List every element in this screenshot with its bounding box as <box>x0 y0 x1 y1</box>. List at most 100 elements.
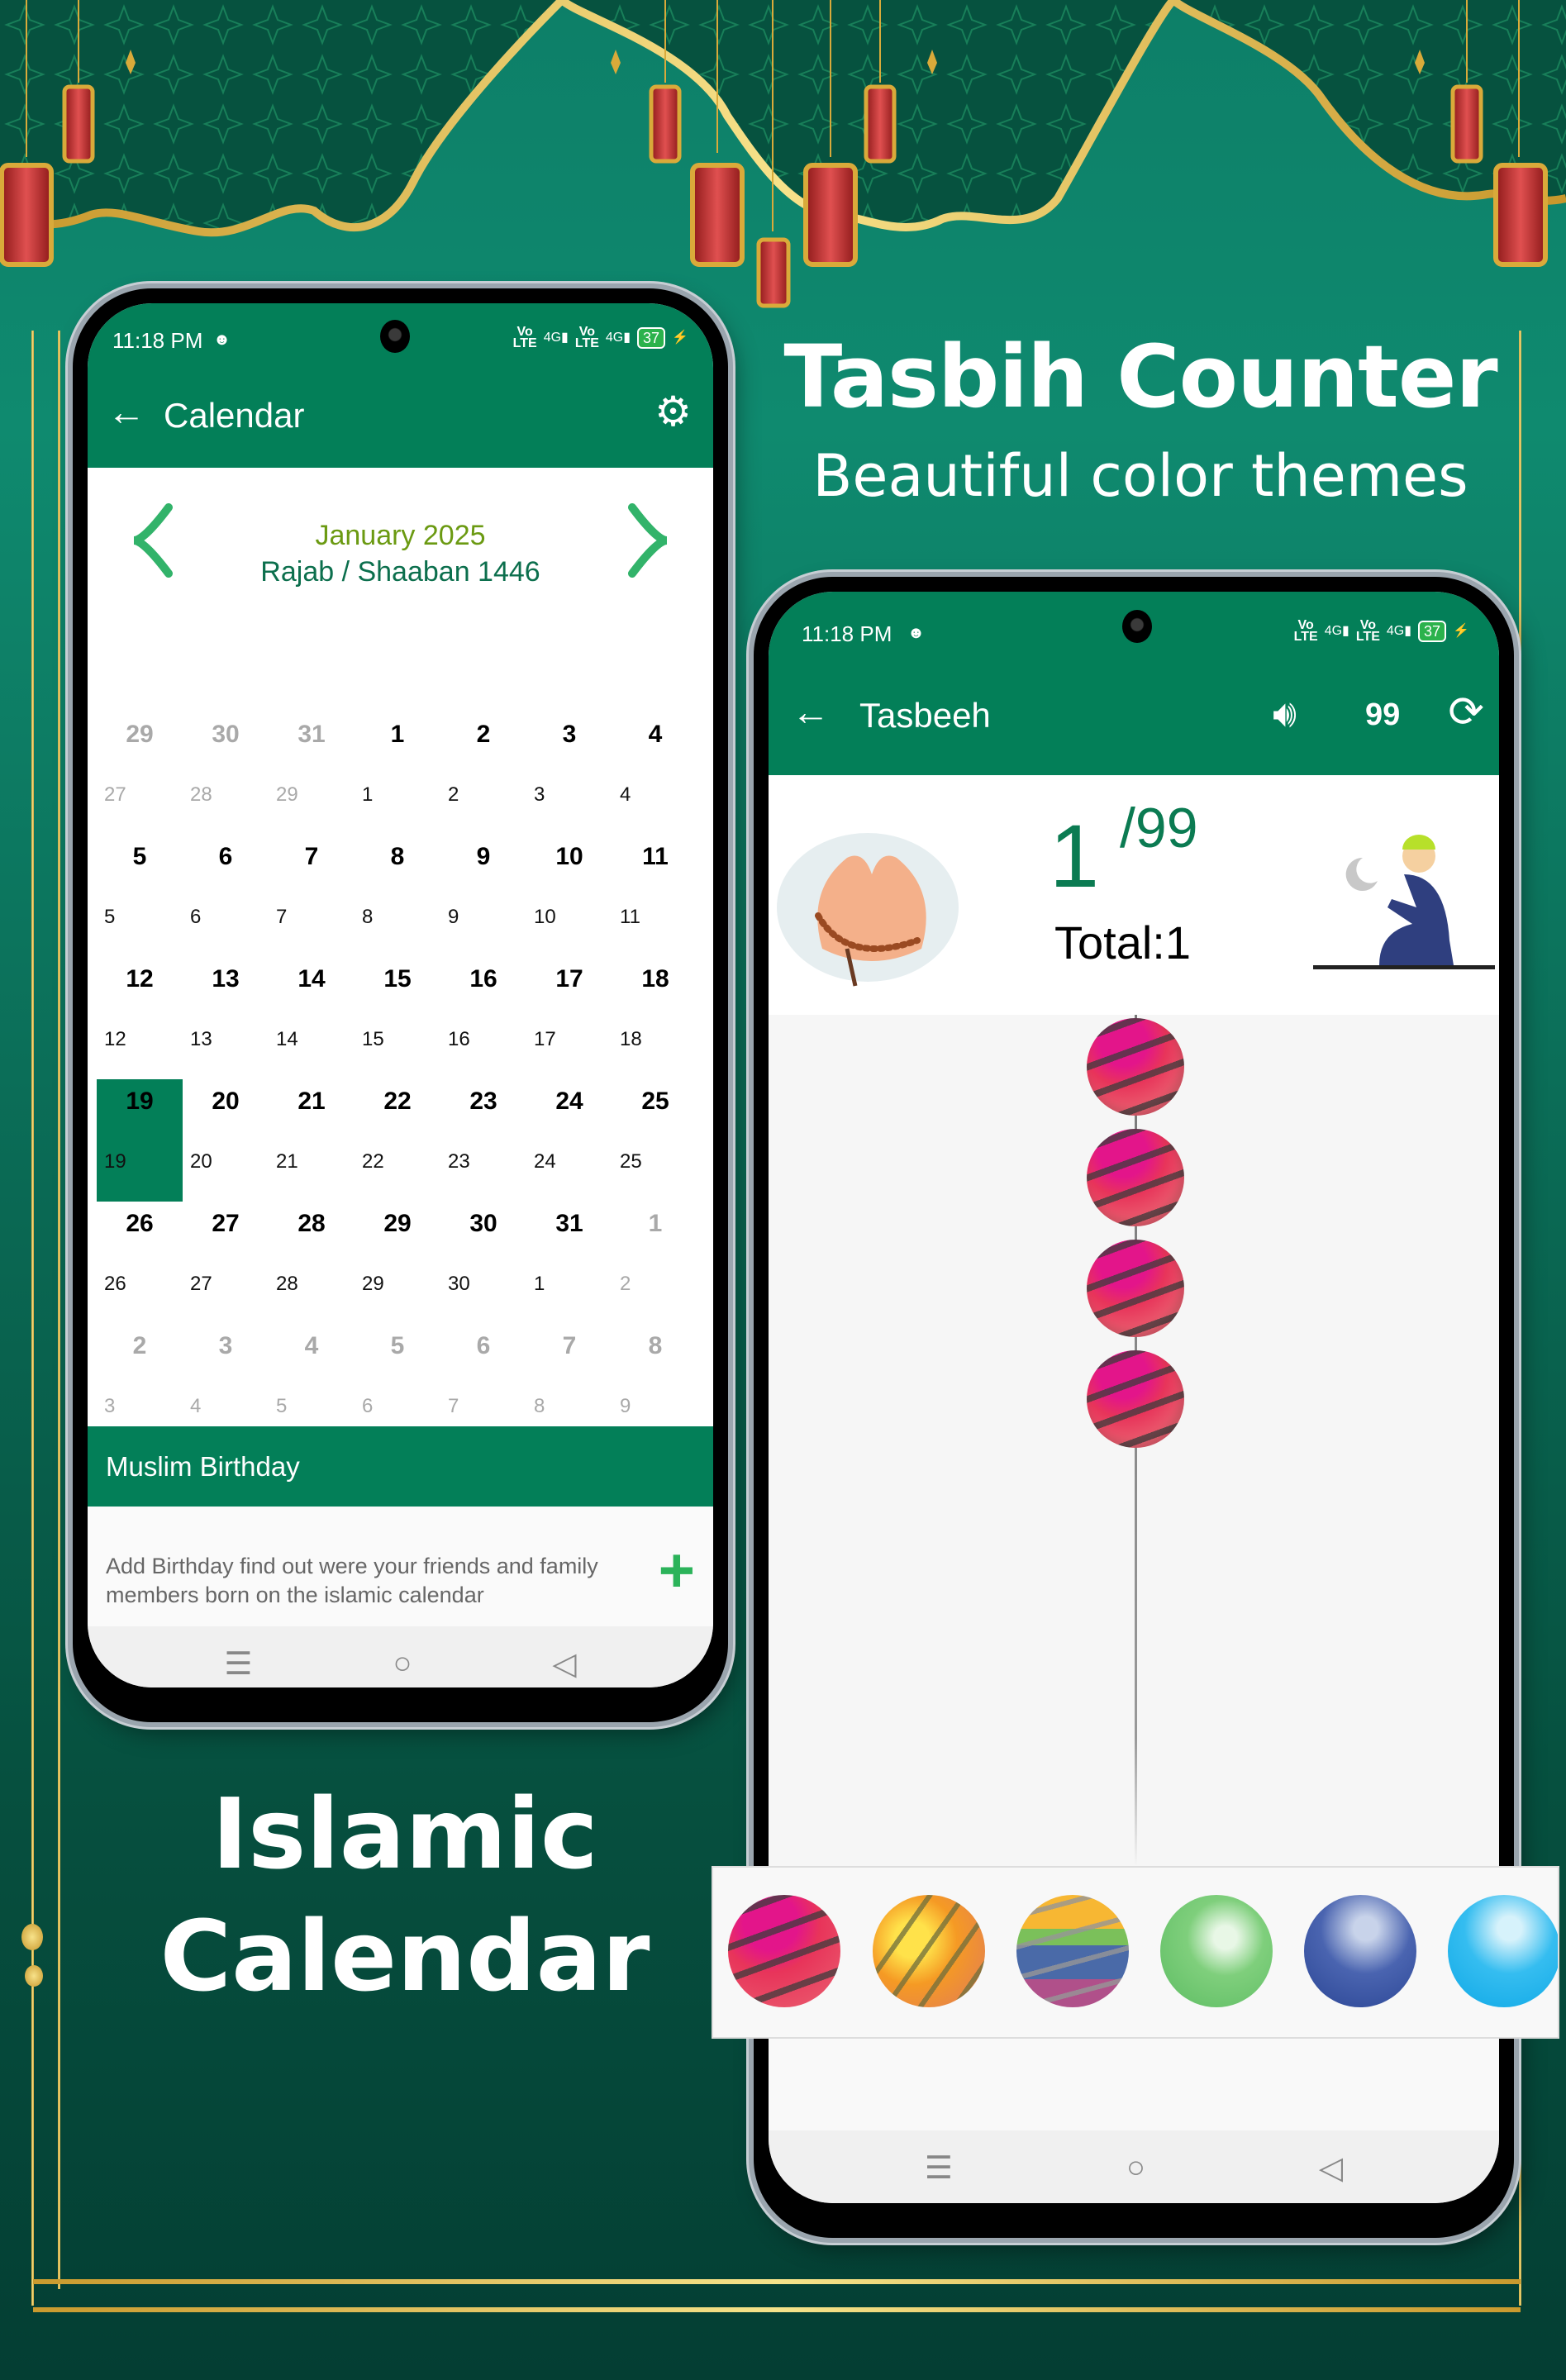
gregorian-date: 6 <box>218 843 233 870</box>
home-icon[interactable]: ○ <box>1126 2150 1145 2186</box>
calendar-day[interactable]: 17 17 <box>526 957 612 1079</box>
calendar-day[interactable]: 22 22 <box>355 1079 440 1202</box>
hijri-date: 1 <box>362 783 374 806</box>
gregorian-date: 23 <box>469 1088 497 1115</box>
hijri-date: 24 <box>534 1150 556 1173</box>
home-icon[interactable]: ○ <box>393 1646 412 1682</box>
gregorian-date: 30 <box>212 721 240 748</box>
calendar-day[interactable]: 14 14 <box>269 957 355 1079</box>
back-icon[interactable]: ◁ <box>1319 2149 1343 2187</box>
hijri-date: 16 <box>448 1028 470 1050</box>
calendar-day[interactable]: 44 <box>612 712 698 835</box>
theme-swatch-orange-striped[interactable] <box>873 1895 985 2007</box>
calendar-day[interactable]: 23 23 <box>440 1079 526 1202</box>
month-label: January 2025 <box>315 520 486 551</box>
chevron-right-icon <box>628 503 668 578</box>
back-icon[interactable]: ◁ <box>552 1645 576 1683</box>
calendar-day[interactable]: 31 29 <box>269 712 355 835</box>
hijri-date: 28 <box>276 1273 298 1295</box>
hijri-date: 4 <box>190 1395 202 1417</box>
calendar-day[interactable]: 88 <box>355 835 440 957</box>
calendar-screen: 11:18 PM ☻ Vo LTE 4G▮ Vo LTE 4G▮ 37 ⚡ ← Ca… <box>88 303 713 1687</box>
calendar-day[interactable]: 15 15 <box>355 957 440 1079</box>
calendar-day[interactable]: 11 11 <box>612 835 698 957</box>
hijri-date: 26 <box>104 1273 126 1295</box>
hijri-date: 6 <box>362 1395 374 1417</box>
next-month-button[interactable] <box>624 502 674 593</box>
calendar-day[interactable]: 31 1 <box>526 1202 612 1324</box>
calendar-day[interactable]: 11 <box>355 712 440 835</box>
calendar-day[interactable]: 99 <box>440 835 526 957</box>
calendar-day[interactable]: 10 10 <box>526 835 612 957</box>
gregorian-date: 17 <box>555 965 583 992</box>
hijri-date: 29 <box>276 783 298 806</box>
gregorian-date: 14 <box>297 965 326 992</box>
tasbih-bead[interactable] <box>1087 1129 1184 1226</box>
theme-swatch-light-blue[interactable] <box>1448 1895 1558 2007</box>
hijri-date: 29 <box>362 1273 384 1295</box>
status-notification-icon: ☻ <box>213 331 231 349</box>
calendar-day[interactable]: 13 13 <box>183 957 269 1079</box>
calendar-day[interactable]: 21 21 <box>269 1079 355 1202</box>
calendar-day[interactable]: 18 18 <box>612 957 698 1079</box>
hijri-date: 8 <box>362 906 374 928</box>
calendar-day[interactable]: 30 30 <box>440 1202 526 1324</box>
calendar-day[interactable]: 33 <box>526 712 612 835</box>
muslim-birthday-header: Muslim Birthday <box>88 1426 713 1507</box>
gregorian-date: 29 <box>383 1210 412 1237</box>
calendar-day[interactable]: 22 <box>440 712 526 835</box>
calendar-day[interactable]: 29 27 <box>97 712 183 835</box>
calendar-day[interactable]: 25 25 <box>612 1079 698 1202</box>
battery-icon: 37 <box>637 327 666 349</box>
tasbih-bead[interactable] <box>1087 1018 1184 1116</box>
hijri-date: 12 <box>104 1028 126 1050</box>
calendar-day[interactable]: 20 20 <box>183 1079 269 1202</box>
bead-tap-area[interactable] <box>769 1015 1499 1866</box>
gold-ornament-dot <box>25 1965 43 1987</box>
gregorian-date: 1 <box>648 1210 663 1237</box>
calendar-day-selected[interactable]: 19 19 <box>97 1079 183 1202</box>
add-birthday-button[interactable]: + <box>659 1540 695 1602</box>
calendar-day[interactable]: 24 24 <box>526 1079 612 1202</box>
calendar-day[interactable]: 26 26 <box>97 1202 183 1324</box>
gregorian-date: 25 <box>641 1088 669 1115</box>
hijri-date: 27 <box>190 1273 212 1295</box>
calendar-day[interactable]: 29 29 <box>355 1202 440 1324</box>
tasbih-bead[interactable] <box>1087 1240 1184 1337</box>
refresh-icon[interactable]: ⟳ <box>1448 688 1484 737</box>
calendar-day[interactable]: 12 12 <box>97 957 183 1079</box>
hijri-date: 3 <box>534 783 545 806</box>
hijri-date: 9 <box>448 906 459 928</box>
signal-bars-icon: 4G▮ <box>605 331 631 345</box>
theme-swatch-multicolor-striped[interactable] <box>1016 1895 1129 2007</box>
theme-swatch-red-striped[interactable] <box>728 1895 840 2007</box>
status-time: 11:18 PM <box>112 328 203 353</box>
gear-icon[interactable]: ⚙ <box>654 389 692 434</box>
total-count: Total:1 <box>1054 916 1191 969</box>
praying-man-illustration <box>1313 835 1495 969</box>
gregorian-date: 11 <box>642 843 669 870</box>
target-count-button[interactable]: 99 <box>1365 697 1400 733</box>
back-arrow-icon[interactable]: ← <box>792 693 830 731</box>
calendar-day[interactable]: 27 27 <box>183 1202 269 1324</box>
back-arrow-icon[interactable]: ← <box>107 393 145 431</box>
calendar-day[interactable]: 77 <box>269 835 355 957</box>
frame-line-left-inner <box>58 331 60 2289</box>
theme-swatch-green[interactable] <box>1160 1895 1273 2007</box>
recent-apps-icon[interactable]: ☰ <box>224 1645 252 1683</box>
speaker-icon[interactable]: 🔊︎ <box>1273 691 1297 737</box>
status-notification-icon: ☻ <box>907 624 926 642</box>
tasbih-bead[interactable] <box>1087 1350 1184 1448</box>
calendar-day[interactable]: 16 16 <box>440 957 526 1079</box>
recent-apps-icon[interactable]: ☰ <box>925 2149 953 2187</box>
hijri-date: 8 <box>534 1395 545 1417</box>
status-time: 11:18 PM <box>802 621 892 646</box>
calendar-day[interactable]: 12 <box>612 1202 698 1324</box>
calendar-day[interactable]: 28 28 <box>269 1202 355 1324</box>
theme-swatch-blue[interactable] <box>1304 1895 1416 2007</box>
calendar-day[interactable]: 30 28 <box>183 712 269 835</box>
calendar-day[interactable]: 66 <box>183 835 269 957</box>
calendar-day[interactable]: 55 <box>97 835 183 957</box>
frame-line-left-outer <box>31 331 34 2306</box>
hijri-date: 7 <box>276 906 288 928</box>
